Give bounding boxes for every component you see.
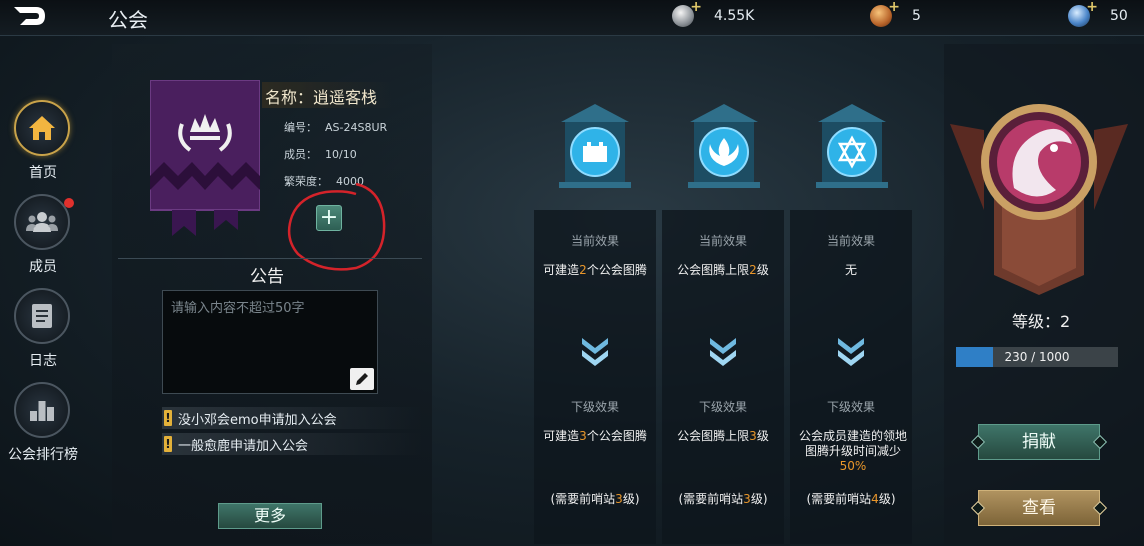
guild-level-label: 等级：2 [1012,312,1071,331]
next-effect-text: 公会图腾上限3级 [677,429,769,443]
donate-button[interactable]: 捐献 [970,424,1108,460]
guild-members-row: 成员： 10/10 [284,148,357,161]
sidebar-item-home[interactable]: 首页 [0,90,86,181]
notice-input[interactable]: 请输入内容不超过50字 [162,290,378,394]
guild-id-value: AS-24S8UR [325,121,388,134]
next-effect-heading: 下级效果 [698,400,747,414]
current-effect-text: 无 [844,263,857,277]
back-button[interactable] [8,1,50,31]
xp-progress-text: 230 / 1000 [1004,350,1070,364]
more-button[interactable]: 更多 [218,503,322,529]
sidebar-item-label: 日志 [29,353,57,369]
resource-silver[interactable]: + 4.55K [672,0,754,30]
flame-totem-icon[interactable] [684,100,764,190]
hand-drawn-circle-annotation [287,182,386,271]
pencil-icon [356,373,368,385]
view-button[interactable]: 查看 [970,490,1108,526]
sidebar-item-label: 公会排行榜 [8,447,78,463]
guild-id-row: 编号： AS-24S8UR [284,121,388,134]
crystal-orb-icon: + [1068,0,1098,27]
next-effect-heading: 下级效果 [826,400,875,414]
bronze-medal-icon: + [870,0,900,27]
guild-banner-emblem [150,80,260,236]
current-effect-heading: 当前效果 [826,234,875,248]
page-title: 公会 [108,8,148,32]
resource-crystal[interactable]: + 50 [1068,0,1128,30]
next-effect-text: 公会成员建造的领地图腾升级时间减少 50% [798,429,907,473]
next-effect-heading: 下级效果 [570,400,619,414]
sidebar-item-label: 成员 [29,259,57,275]
requirement-text: (需要前哨站4级) [806,492,896,506]
back-arrow-icon [14,7,45,25]
chevron-down-icon [582,338,608,366]
current-effect-text: 可建造2个公会图腾 [543,263,647,277]
edit-notice-button[interactable] [350,368,374,390]
sidebar-item-label: 首页 [29,165,57,181]
guild-name: 名称：逍遥客栈 [262,82,392,108]
sidebar-item-log[interactable]: 日志 [0,278,86,369]
guild-level-medal [950,104,1128,295]
silver-coin-icon: + [672,0,702,27]
chevron-down-icon [710,338,736,366]
alert-icon: ! [164,410,172,426]
requirement-text: (需要前哨站3级) [550,492,640,506]
current-effect-heading: 当前效果 [698,234,747,248]
current-effect-heading: 当前效果 [570,234,619,248]
guild-members-value: 10/10 [325,148,357,161]
home-icon [29,116,55,140]
ranking-icon [30,401,54,421]
chevron-down-icon [838,338,864,366]
members-icon [26,212,58,232]
divider [118,258,422,259]
top-bar: 公会 + 4.55K + 5 + 50 [0,0,1144,36]
requirement-text: (需要前哨站3级) [678,492,768,506]
notification-badge [64,198,74,208]
castle-icon[interactable] [555,100,635,190]
notice-title: 公告 [250,267,284,287]
resource-bronze[interactable]: + 5 [870,0,921,30]
join-request-item[interactable]: ! 没小邓会emo申请加入公会 [162,407,422,429]
sidebar-item-ranking[interactable]: 公会排行榜 [0,372,86,463]
sidebar-item-members[interactable]: 成员 [0,184,86,275]
xp-progress-bar: 230 / 1000 [956,347,1118,367]
log-icon [32,304,52,328]
current-effect-text: 公会图腾上限2级 [677,263,769,277]
join-request-item[interactable]: ! 一般愈鹿申请加入公会 [162,433,422,455]
star-hexagram-icon[interactable] [812,100,892,190]
next-effect-text: 可建造3个公会图腾 [543,429,647,443]
alert-icon: ! [164,436,172,452]
